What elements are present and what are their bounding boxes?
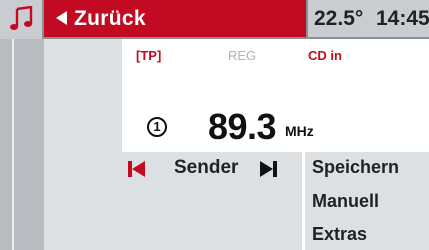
temperature-readout: 22.5° [314,7,364,30]
frequency-readout: 89.3 [208,106,277,147]
left-strip-inner [12,39,44,250]
preset-number-badge: 1 [147,117,167,137]
skip-next-icon [260,161,273,177]
seek-previous-button[interactable] [126,157,156,181]
tp-indicator: [TP] [136,48,162,63]
seek-next-button[interactable] [258,157,288,181]
menu-item-extras[interactable]: Extras [312,224,367,245]
menu-item-manuell[interactable]: Manuell [312,191,379,212]
source-button[interactable] [0,0,44,39]
frequency-unit: MHz [285,123,314,139]
radio-screen: Zurück 22.5° 14:45 [TP] REG CD in 1 89.3… [0,0,429,250]
music-note-icon [10,6,33,30]
left-strip [0,39,12,250]
reg-indicator: REG [228,48,257,63]
back-button[interactable]: Zurück [46,0,306,37]
left-panel-lower [44,152,122,250]
left-panel [44,39,122,152]
menu-item-speichern[interactable]: Speichern [312,157,399,178]
header-bar: Zurück 22.5° 14:45 [0,0,429,39]
cd-indicator: CD in [308,48,342,63]
back-label: Zurück [74,7,146,30]
back-arrow-icon [56,11,67,25]
band-divider [302,152,305,250]
clock-readout: 14:45 [376,7,429,30]
seek-label: Sender [174,157,239,178]
status-box: 22.5° 14:45 [306,0,429,37]
